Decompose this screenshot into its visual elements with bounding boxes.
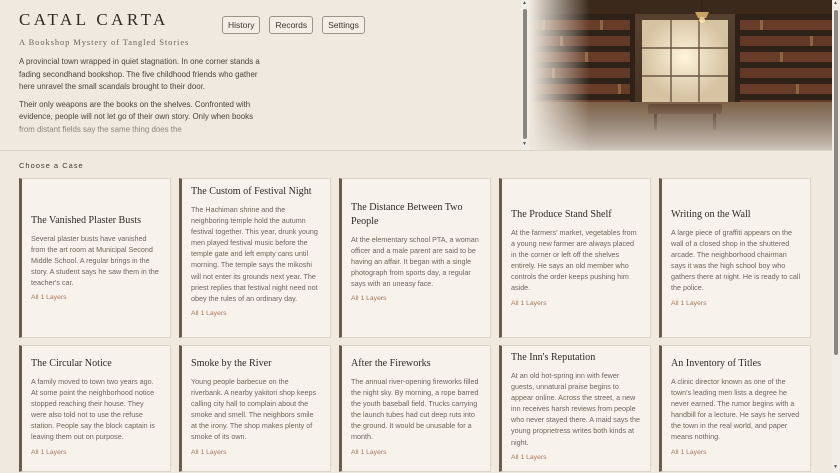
case-layers: All 1 Layers (191, 309, 227, 317)
header-area: CATAL CARTA A Bookshop Mystery of Tangle… (0, 0, 840, 150)
bookshop-illustration (530, 0, 840, 150)
case-layers: All 1 Layers (511, 299, 547, 307)
case-description: At the elementary school PTA, a woman of… (351, 235, 479, 289)
case-description: Several plaster busts have vanished from… (31, 234, 159, 288)
case-title: After the Fireworks (351, 358, 431, 369)
case-title: The Custom of Festival Night (191, 186, 312, 197)
case-description: A large piece of graffiti appears on the… (671, 228, 801, 293)
intro-scrollbar-thumb[interactable] (523, 9, 527, 139)
section-divider (0, 150, 832, 151)
page-scroll-up-arrow-icon[interactable]: ▲ (833, 1, 838, 7)
case-layers: All 1 Layers (511, 453, 547, 461)
case-description: The Hachiman shrine and the neighboring … (191, 205, 318, 303)
case-card[interactable]: The Distance Between Two People At the e… (339, 178, 491, 338)
intro-paragraph: Their only weapons are the books on the … (19, 99, 254, 134)
case-layers: All 1 Layers (351, 448, 387, 456)
case-card[interactable]: After the Fireworks The annual river-ope… (339, 345, 491, 472)
case-card[interactable]: The Vanished Plaster Busts Several plast… (19, 178, 171, 338)
case-card[interactable]: An Inventory of Titles A clinic director… (659, 345, 811, 472)
case-title: An Inventory of Titles (671, 358, 762, 369)
case-description: A family moved to town two years ago. At… (31, 377, 155, 442)
intro-scrollbar[interactable]: ▲ ▼ (521, 0, 529, 150)
page-scrollbar-thumb[interactable] (834, 10, 838, 355)
case-card[interactable]: The Produce Stand Shelf At the farmers' … (499, 178, 651, 338)
settings-button[interactable]: Settings (322, 16, 365, 34)
case-title: The Inn's Reputation (511, 352, 596, 363)
case-title: The Vanished Plaster Busts (31, 215, 141, 226)
records-button[interactable]: Records (269, 16, 314, 34)
case-description: A clinic director known as one of the to… (671, 377, 800, 442)
case-description: The annual river-opening fireworks fille… (351, 377, 479, 442)
case-layers: All 1 Layers (191, 448, 227, 456)
case-grid: The Vanished Plaster Busts Several plast… (19, 178, 815, 472)
scroll-down-arrow-icon[interactable]: ▼ (522, 142, 527, 148)
page-scrollbar[interactable]: ▲ ▼ (832, 0, 840, 473)
case-card[interactable]: Writing on the Wall A large piece of gra… (659, 178, 811, 338)
case-description: Young people barbecue on the riverbank. … (191, 377, 317, 442)
case-layers: All 1 Layers (31, 294, 67, 302)
app-title: CATAL CARTA (19, 10, 169, 29)
case-title: The Circular Notice (31, 358, 112, 369)
case-layers: All 1 Layers (671, 299, 707, 307)
choose-case-label: Choose a Case (19, 161, 84, 170)
case-title: The Produce Stand Shelf (511, 209, 612, 220)
case-layers: All 1 Layers (671, 448, 707, 456)
top-nav: History Records Settings (222, 16, 365, 34)
case-title: Writing on the Wall (671, 209, 751, 220)
case-card[interactable]: The Inn's Reputation At an old hot-sprin… (499, 345, 651, 472)
intro-paragraph: A provincial town wrapped in quiet stagn… (19, 57, 260, 92)
case-card[interactable]: Smoke by the River Young people barbecue… (179, 345, 331, 472)
case-title: Smoke by the River (191, 358, 272, 369)
case-title: The Distance Between Two People (351, 202, 463, 227)
intro-text: A provincial town wrapped in quiet stagn… (19, 56, 262, 146)
case-description: At an old hot-spring inn with fewer gues… (511, 371, 641, 447)
page-scroll-down-arrow-icon[interactable]: ▼ (833, 465, 838, 471)
case-description: At the farmers' market, vegetables from … (511, 228, 637, 293)
scroll-up-arrow-icon[interactable]: ▲ (522, 1, 527, 7)
app-subtitle: A Bookshop Mystery of Tangled Stories (19, 37, 190, 47)
case-layers: All 1 Layers (31, 448, 67, 456)
case-layers: All 1 Layers (351, 295, 387, 303)
case-card[interactable]: The Circular Notice A family moved to to… (19, 345, 171, 472)
history-button[interactable]: History (222, 16, 261, 34)
case-card[interactable]: The Custom of Festival Night The Hachima… (179, 178, 331, 338)
